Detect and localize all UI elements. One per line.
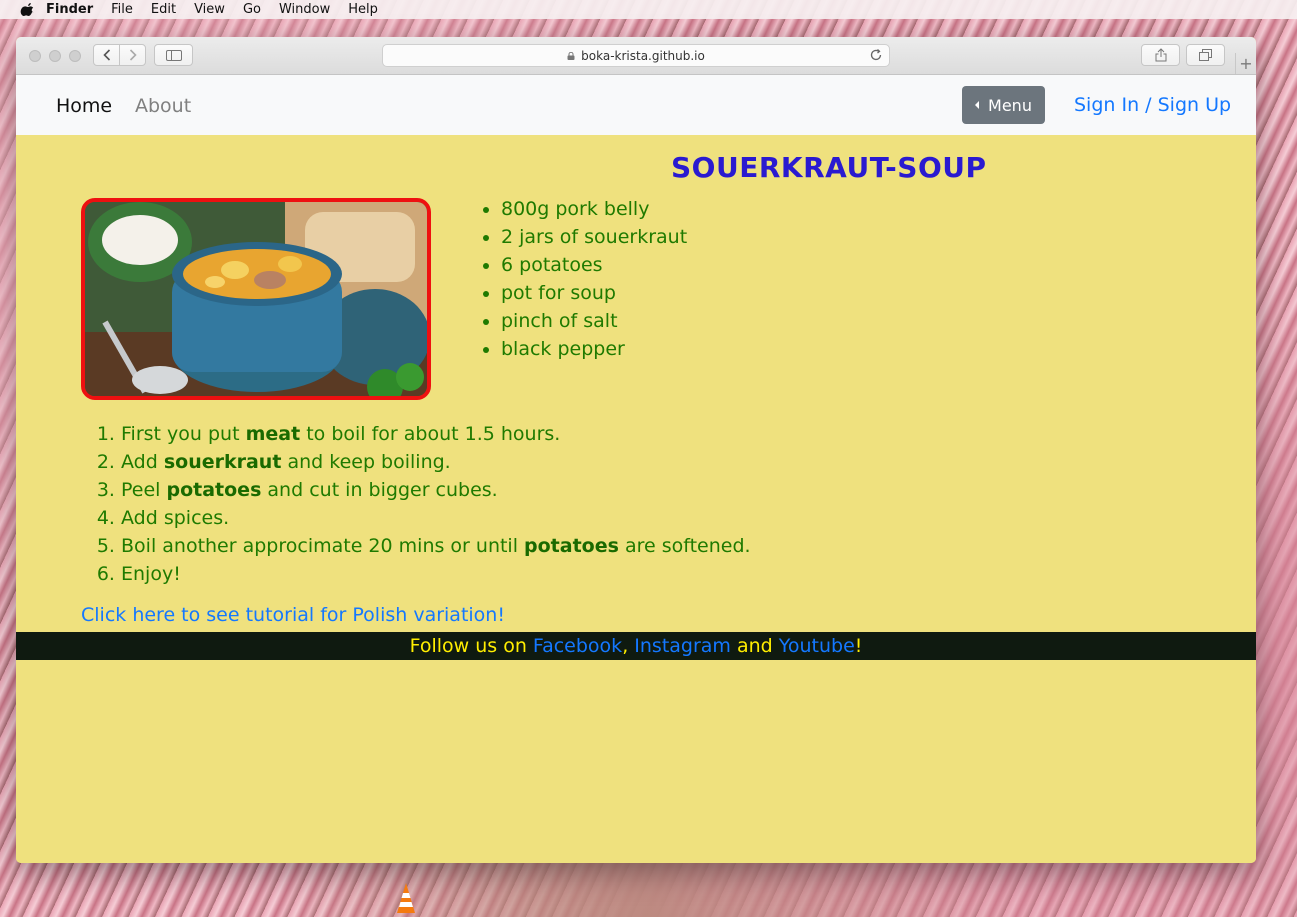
- menu-help[interactable]: Help: [348, 2, 378, 17]
- menu-window[interactable]: Window: [279, 2, 330, 17]
- vlc-icon[interactable]: [393, 883, 419, 917]
- menu-dropdown-button[interactable]: Menu: [962, 86, 1045, 124]
- ingredient-item: 800g pork belly: [501, 195, 687, 223]
- tabs-overview-icon: [1199, 49, 1212, 61]
- soup-bowl-image: [85, 202, 427, 396]
- browser-window: boka-krista.github.io + Home About Menu …: [16, 37, 1256, 863]
- step-item: Peel potatoes and cut in bigger cubes.: [121, 476, 751, 504]
- step-item: Add souerkraut and keep boiling.: [121, 448, 751, 476]
- instructions-list: First you put meat to boil for about 1.5…: [86, 420, 751, 588]
- share-button[interactable]: [1141, 44, 1180, 66]
- recipe-content: SOUERKRAUT-SOUP • 800g pork belly • 2 ja…: [16, 135, 1256, 863]
- address-bar[interactable]: boka-krista.github.io: [382, 44, 890, 67]
- ingredient-item: 2 jars of souerkraut: [501, 223, 687, 251]
- zoom-window-button[interactable]: [69, 50, 81, 62]
- apple-icon[interactable]: [20, 2, 34, 17]
- nav-home-link[interactable]: Home: [56, 95, 112, 117]
- sidebar-icon: [165, 49, 182, 61]
- back-button[interactable]: [93, 44, 120, 66]
- site-navbar: Home About Menu Sign In / Sign Up: [16, 75, 1256, 135]
- footer-bar: Follow us on Facebook, Instagram and You…: [16, 632, 1256, 660]
- ingredient-item: pot for soup: [501, 279, 687, 307]
- facebook-link[interactable]: Facebook: [533, 635, 622, 657]
- chevron-left-icon: [102, 49, 110, 61]
- plus-icon: +: [1239, 54, 1253, 73]
- ingredient-item: pinch of salt: [501, 307, 687, 335]
- lock-icon: [567, 51, 575, 60]
- show-tabs-button[interactable]: [1186, 44, 1225, 66]
- menu-edit[interactable]: Edit: [151, 2, 176, 17]
- footer-prefix: Follow us on: [409, 635, 533, 657]
- recipe-title: SOUERKRAUT-SOUP: [671, 151, 987, 184]
- footer-suffix: !: [854, 635, 863, 657]
- menu-file[interactable]: File: [111, 2, 133, 17]
- caret-left-icon: [975, 101, 980, 109]
- url-text: boka-krista.github.io: [581, 48, 705, 63]
- menu-view[interactable]: View: [194, 2, 225, 17]
- footer-separator: and: [730, 635, 779, 657]
- forward-button[interactable]: [119, 44, 146, 66]
- ingredient-item: black pepper: [501, 335, 687, 363]
- step-item: Boil another approcimate 20 mins or unti…: [121, 532, 751, 560]
- nav-about-link[interactable]: About: [135, 95, 191, 117]
- sidebar-toggle-button[interactable]: [154, 44, 193, 66]
- share-icon: [1155, 48, 1166, 62]
- ingredients-list: 800g pork belly 2 jars of souerkraut 6 p…: [481, 195, 687, 363]
- footer-separator: ,: [622, 635, 635, 657]
- minimize-window-button[interactable]: [49, 50, 61, 62]
- reload-icon[interactable]: [869, 48, 883, 62]
- menu-finder[interactable]: Finder: [46, 2, 93, 17]
- sign-in-link[interactable]: Sign In / Sign Up: [1074, 94, 1231, 116]
- new-tab-button[interactable]: +: [1235, 53, 1256, 74]
- chevron-right-icon: [129, 49, 137, 61]
- browser-toolbar: boka-krista.github.io +: [16, 37, 1256, 75]
- menu-go[interactable]: Go: [243, 2, 261, 17]
- menu-button-label: Menu: [988, 95, 1032, 115]
- close-window-button[interactable]: [29, 50, 41, 62]
- step-item: First you put meat to boil for about 1.5…: [121, 420, 751, 448]
- instagram-link[interactable]: Instagram: [634, 635, 731, 657]
- soup-photo: [81, 198, 431, 400]
- macos-menu-bar: Finder File Edit View Go Window Help: [0, 0, 1297, 19]
- step-item: Add spices.: [121, 504, 751, 532]
- youtube-link[interactable]: Youtube: [779, 635, 855, 657]
- step-item: Enjoy!: [121, 560, 751, 588]
- ingredient-item: 6 potatoes: [501, 251, 687, 279]
- tutorial-link[interactable]: Click here to see tutorial for Polish va…: [81, 604, 505, 626]
